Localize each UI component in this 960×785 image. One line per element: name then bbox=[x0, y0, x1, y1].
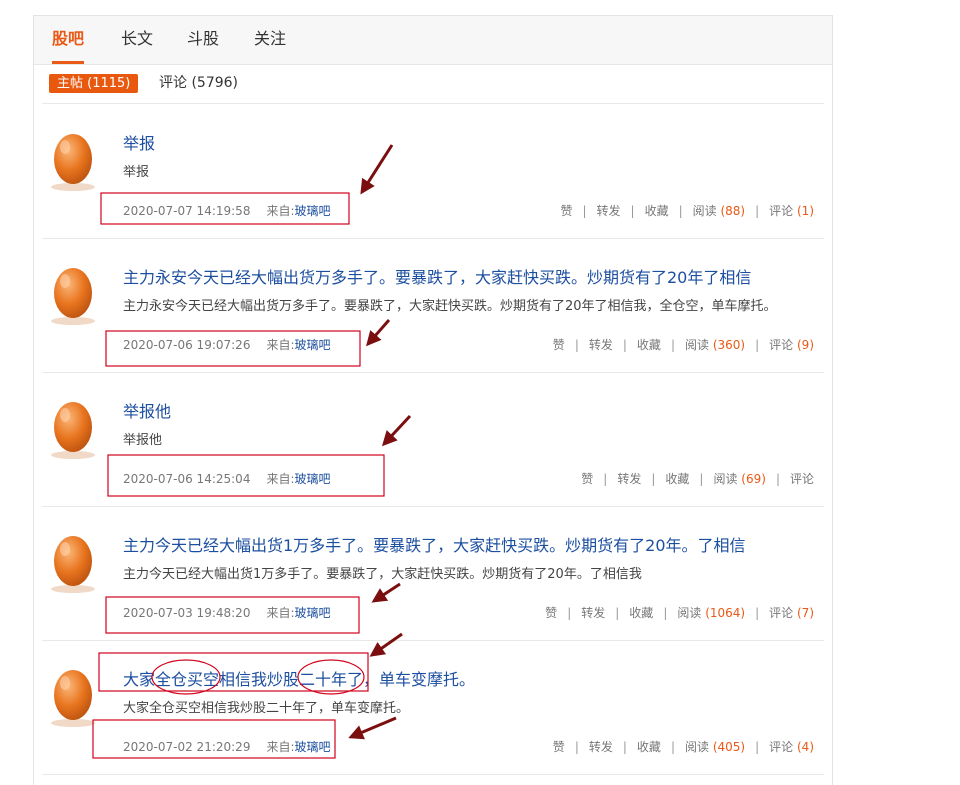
from-label: 来自: bbox=[266, 472, 295, 486]
tab-guba[interactable]: 股吧 bbox=[52, 16, 85, 64]
post-summary: 举报他 bbox=[123, 433, 163, 448]
separator: | bbox=[574, 338, 579, 352]
comment-button[interactable]: 评论 (7) bbox=[769, 606, 814, 620]
separator: | bbox=[615, 606, 620, 620]
egg-avatar-icon[interactable] bbox=[46, 128, 100, 192]
post-time: 2020-07-02 21:20:29 bbox=[123, 740, 251, 754]
from-label: 来自: bbox=[266, 338, 295, 352]
read-count: 阅读 (69) bbox=[713, 472, 766, 486]
separator: | bbox=[678, 204, 683, 218]
egg-avatar-icon[interactable] bbox=[46, 530, 100, 594]
post-item: 主力今天已经大幅出货1万多手了。要暴跌了，大家赶快买跌。炒期货有了20年。了相信… bbox=[34, 506, 832, 640]
read-count: 阅读 (1064) bbox=[677, 606, 746, 620]
post-title[interactable]: 举报 bbox=[123, 130, 155, 154]
like-button[interactable]: 赞 bbox=[545, 606, 557, 620]
post-summary: 大家全仓买空相信我炒股二十年了，单车变摩托。 bbox=[123, 701, 410, 716]
separator: | bbox=[574, 740, 579, 754]
favorite-button[interactable]: 收藏 bbox=[629, 606, 653, 620]
separator: | bbox=[755, 204, 760, 218]
comment-button[interactable]: 评论 bbox=[790, 472, 814, 486]
separator: | bbox=[755, 338, 760, 352]
post-summary: 主力今天已经大幅出货1万多手了。要暴跌了，大家赶快买跌。炒期货有了20年。了相信… bbox=[123, 567, 642, 582]
read-count: 阅读 (405) bbox=[684, 740, 746, 754]
post-actions: 赞 | 转发 | 收藏 | 阅读 (405) | 评论 (4) bbox=[553, 738, 814, 755]
post-item: 主力永安今天已经大幅出货万多手了。要暴跌了，大家赶快买跌。炒期货有了20年了相信… bbox=[34, 238, 832, 372]
read-count: 阅读 (360) bbox=[684, 338, 746, 352]
tab-long-article[interactable]: 长文 bbox=[121, 16, 153, 62]
tab-stock-battle[interactable]: 斗股 bbox=[187, 16, 219, 62]
post-actions: 赞 | 转发 | 收藏 | 阅读 (360) | 评论 (9) bbox=[553, 336, 814, 353]
post-actions: 赞 | 转发 | 收藏 | 阅读 (88) | 评论 (1) bbox=[560, 202, 814, 219]
separator: | bbox=[670, 740, 675, 754]
post-title[interactable]: 举报他 bbox=[123, 398, 171, 422]
post-title[interactable]: 主力今天已经大幅出货1万多手了。要暴跌了，大家赶快买跌。炒期货有了20年。了相信 bbox=[123, 532, 746, 556]
separator: | bbox=[622, 740, 627, 754]
separator: | bbox=[775, 472, 780, 486]
post-item: 举报他 举报他 2020-07-06 14:25:04 来自:玻璃吧 赞 | 转发 | 收… bbox=[34, 372, 832, 506]
post-meta: 2020-07-02 21:20:29 来自:玻璃吧 bbox=[123, 738, 331, 755]
divider bbox=[42, 774, 824, 775]
post-title[interactable]: 主力永安今天已经大幅出货万多手了。要暴跌了，大家赶快买跌。炒期货有了20年了相信 bbox=[123, 264, 751, 288]
like-button[interactable]: 赞 bbox=[553, 740, 565, 754]
forum-panel: 股吧 长文 斗股 关注 主帖 (1115) 评论 (5796) 举报 举报 20… bbox=[33, 15, 833, 785]
share-button[interactable]: 转发 bbox=[589, 338, 613, 352]
subtab-comments[interactable]: 评论 (5796) bbox=[159, 74, 238, 93]
like-button[interactable]: 赞 bbox=[560, 204, 572, 218]
egg-avatar-icon[interactable] bbox=[46, 396, 100, 460]
separator: | bbox=[622, 338, 627, 352]
favorite-button[interactable]: 收藏 bbox=[637, 740, 661, 754]
post-meta: 2020-07-06 14:25:04 来自:玻璃吧 bbox=[123, 470, 331, 487]
comment-button[interactable]: 评论 (4) bbox=[769, 740, 814, 754]
share-button[interactable]: 转发 bbox=[589, 740, 613, 754]
tab-bar: 股吧 长文 斗股 关注 bbox=[34, 16, 832, 65]
share-button[interactable]: 转发 bbox=[617, 472, 641, 486]
like-button[interactable]: 赞 bbox=[581, 472, 593, 486]
egg-avatar-icon[interactable] bbox=[46, 262, 100, 326]
post-item: 大家全仓买空相信我炒股二十年了，单车变摩托。 大家全仓买空相信我炒股二十年了，单… bbox=[34, 640, 832, 774]
favorite-button[interactable]: 收藏 bbox=[645, 204, 669, 218]
post-time: 2020-07-07 14:19:58 bbox=[123, 204, 251, 218]
share-button[interactable]: 转发 bbox=[581, 606, 605, 620]
share-button[interactable]: 转发 bbox=[597, 204, 621, 218]
post-item: 举报 举报 2020-07-07 14:19:58 来自:玻璃吧 赞 | 转发 | 收藏 |… bbox=[34, 104, 832, 238]
post-time: 2020-07-06 14:25:04 bbox=[123, 472, 251, 486]
post-meta: 2020-07-07 14:19:58 来自:玻璃吧 bbox=[123, 202, 331, 219]
tab-follow[interactable]: 关注 bbox=[254, 16, 286, 62]
post-source[interactable]: 玻璃吧 bbox=[295, 606, 331, 620]
post-source[interactable]: 玻璃吧 bbox=[295, 204, 331, 218]
post-actions: 赞 | 转发 | 收藏 | 阅读 (1064) | 评论 (7) bbox=[545, 604, 814, 621]
from-label: 来自: bbox=[266, 606, 295, 620]
separator: | bbox=[699, 472, 704, 486]
egg-avatar-icon[interactable] bbox=[46, 664, 100, 728]
comment-button[interactable]: 评论 (9) bbox=[769, 338, 814, 352]
favorite-button[interactable]: 收藏 bbox=[665, 472, 689, 486]
post-summary: 主力永安今天已经大幅出货万多手了。要暴跌了，大家赶快买跌。炒期货有了20年了相信… bbox=[123, 299, 777, 314]
post-time: 2020-07-03 19:48:20 bbox=[123, 606, 251, 620]
post-meta: 2020-07-03 19:48:20 来自:玻璃吧 bbox=[123, 604, 331, 621]
like-button[interactable]: 赞 bbox=[553, 338, 565, 352]
read-count: 阅读 (88) bbox=[692, 204, 746, 218]
post-title[interactable]: 大家全仓买空相信我炒股二十年了，单车变摩托。 bbox=[123, 666, 475, 690]
from-label: 来自: bbox=[266, 204, 295, 218]
separator: | bbox=[651, 472, 656, 486]
separator: | bbox=[755, 740, 760, 754]
separator: | bbox=[663, 606, 668, 620]
separator: | bbox=[582, 204, 587, 218]
post-actions: 赞 | 转发 | 收藏 | 阅读 (69) | 评论 bbox=[581, 470, 814, 487]
comment-button[interactable]: 评论 (1) bbox=[769, 204, 814, 218]
separator: | bbox=[603, 472, 608, 486]
post-source[interactable]: 玻璃吧 bbox=[295, 338, 331, 352]
separator: | bbox=[630, 204, 635, 218]
post-meta: 2020-07-06 19:07:26 来自:玻璃吧 bbox=[123, 336, 331, 353]
separator: | bbox=[670, 338, 675, 352]
separator: | bbox=[567, 606, 572, 620]
subtab-posts[interactable]: 主帖 (1115) bbox=[49, 74, 139, 93]
separator: | bbox=[755, 606, 760, 620]
post-time: 2020-07-06 19:07:26 bbox=[123, 338, 251, 352]
from-label: 来自: bbox=[266, 740, 295, 754]
post-source[interactable]: 玻璃吧 bbox=[295, 740, 331, 754]
post-summary: 举报 bbox=[123, 165, 150, 180]
favorite-button[interactable]: 收藏 bbox=[637, 338, 661, 352]
post-source[interactable]: 玻璃吧 bbox=[295, 472, 331, 486]
